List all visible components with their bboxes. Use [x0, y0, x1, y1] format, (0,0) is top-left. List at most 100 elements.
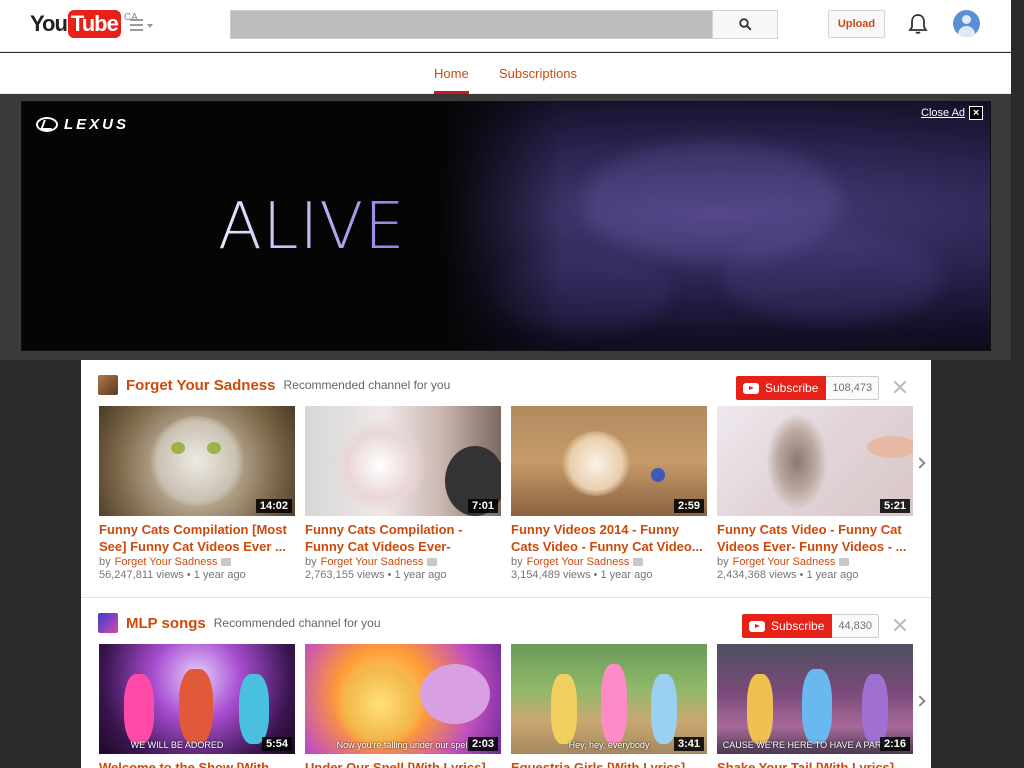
subscribe-label: Subscribe: [765, 381, 819, 395]
video-duration: 7:01: [467, 499, 498, 513]
video-title[interactable]: Funny Cats Video - Funny Cat Videos Ever…: [717, 521, 913, 555]
bell-icon[interactable]: [908, 13, 928, 35]
video-thumbnail[interactable]: Now you're falling under our spell 2:03: [305, 644, 501, 754]
ad-headline: ALIVE: [218, 190, 406, 264]
channel-tagline: Recommended channel for you: [213, 616, 381, 630]
tab-home[interactable]: Home: [434, 53, 469, 94]
avatar[interactable]: [953, 10, 980, 37]
video-title[interactable]: Funny Cats Compilation - Funny Cat Video…: [305, 521, 501, 555]
video-meta: 56,247,811 views • 1 year ago: [99, 569, 246, 581]
tab-subscriptions[interactable]: Subscriptions: [499, 53, 577, 94]
verified-icon: [221, 558, 232, 566]
close-ad-button[interactable]: Close Ad ×: [921, 106, 984, 120]
video-owner: by Forget Your Sadness: [305, 556, 501, 568]
guide-menu-button[interactable]: [130, 19, 154, 33]
caret-down-icon: [147, 24, 153, 28]
video-card[interactable]: Now you're falling under our spell 2:03 …: [305, 644, 501, 768]
close-ad-label[interactable]: Close Ad: [921, 107, 965, 119]
dismiss-icon[interactable]: [893, 618, 907, 632]
channel-avatar[interactable]: [98, 375, 118, 395]
video-thumbnail[interactable]: CAUSE WE'RE HERE TO HAVE A PARTY TO 2:16: [717, 644, 913, 754]
ad-brand-name: LEXUS: [64, 116, 130, 133]
video-thumbnail[interactable]: WE WILL BE ADORED 5:54: [99, 644, 295, 754]
upload-age: 1 year ago: [600, 569, 653, 581]
view-count: 2,763,155 views: [305, 569, 385, 581]
owner-link[interactable]: Forget Your Sadness: [321, 556, 424, 568]
video-title[interactable]: Funny Videos 2014 - Funny Cats Video - F…: [511, 521, 707, 555]
video-title[interactable]: Funny Cats Compilation [Most See] Funny …: [99, 521, 295, 555]
search-input[interactable]: [230, 10, 712, 39]
video-card[interactable]: WE WILL BE ADORED 5:54 Welcome to the Sh…: [99, 644, 295, 768]
video-title[interactable]: Welcome to the Show [With: [99, 759, 295, 768]
video-thumbnail[interactable]: 5:21: [717, 406, 913, 516]
channel-shelf: MLP songs Recommended channel for you Su…: [81, 598, 931, 768]
youtube-play-icon: [743, 382, 759, 394]
search-button[interactable]: [712, 10, 778, 39]
subscribe-label: Subscribe: [771, 619, 825, 633]
subscriber-count: 44,830: [832, 614, 880, 638]
channel-title[interactable]: MLP songs: [126, 615, 206, 632]
verified-icon: [839, 558, 850, 566]
subscribe-widget: Subscribe 44,830: [742, 614, 880, 638]
feed: Forget Your Sadness Recommended channel …: [81, 360, 931, 768]
video-card[interactable]: 14:02 Funny Cats Compilation [Most See] …: [99, 406, 295, 581]
video-card[interactable]: 5:21 Funny Cats Video - Funny Cat Videos…: [717, 406, 913, 581]
video-thumbnail[interactable]: 14:02: [99, 406, 295, 516]
channel-tagline: Recommended channel for you: [283, 378, 451, 392]
logo-you: You: [30, 11, 68, 36]
search-icon: [738, 18, 752, 31]
close-icon[interactable]: ×: [969, 106, 984, 120]
tab-bar: Home Subscriptions: [0, 53, 1011, 94]
video-meta: 2,434,368 views • 1 year ago: [717, 569, 859, 581]
masthead: You Tube CA Upload: [0, 0, 1011, 52]
owner-link[interactable]: Forget Your Sadness: [733, 556, 836, 568]
owner-link[interactable]: Forget Your Sadness: [527, 556, 630, 568]
video-title[interactable]: Shake Your Tail [With Lyrics] -: [717, 759, 913, 768]
lexus-logo-icon: [36, 117, 58, 132]
view-count: 2,434,368 views: [717, 569, 797, 581]
verified-icon: [427, 558, 438, 566]
upload-button[interactable]: Upload: [828, 10, 885, 38]
upload-age: 1 year ago: [394, 569, 447, 581]
shelf-header: Forget Your Sadness Recommended channel …: [98, 375, 450, 395]
video-card[interactable]: Hey, hey, everybody 3:41 Equestria Girls…: [511, 644, 707, 768]
video-card[interactable]: 7:01 Funny Cats Compilation - Funny Cat …: [305, 406, 501, 581]
upload-age: 1 year ago: [806, 569, 859, 581]
video-duration: 2:59: [673, 499, 704, 513]
video-card[interactable]: CAUSE WE'RE HERE TO HAVE A PARTY TO 2:16…: [717, 644, 913, 768]
ad-brand: LEXUS: [36, 116, 129, 133]
channel-title[interactable]: Forget Your Sadness: [126, 377, 275, 394]
verified-icon: [633, 558, 644, 566]
youtube-logo[interactable]: You Tube CA: [30, 10, 138, 38]
video-thumbnail[interactable]: 7:01: [305, 406, 501, 516]
subscribe-widget: Subscribe 108,473: [736, 376, 880, 400]
video-title[interactable]: Equestria Girls [With Lyrics] -: [511, 759, 707, 768]
subscribe-button[interactable]: Subscribe: [736, 376, 827, 400]
subscriber-count: 108,473: [826, 376, 880, 400]
owner-link[interactable]: Forget Your Sadness: [115, 556, 218, 568]
video-thumbnail[interactable]: 2:59: [511, 406, 707, 516]
video-owner: by Forget Your Sadness: [99, 556, 295, 568]
ad-banner[interactable]: LEXUS ALIVE: [21, 101, 991, 351]
video-meta: 2,763,155 views • 1 year ago: [305, 569, 447, 581]
channel-avatar[interactable]: [98, 613, 118, 633]
video-duration: 2:16: [879, 737, 910, 751]
subscribe-button[interactable]: Subscribe: [742, 614, 833, 638]
shelf-header: MLP songs Recommended channel for you: [98, 613, 381, 633]
video-title[interactable]: Under Our Spell [With Lyrics] -: [305, 759, 501, 768]
video-meta: 3,154,489 views • 1 year ago: [511, 569, 653, 581]
video-owner: by Forget Your Sadness: [717, 556, 913, 568]
view-count: 56,247,811 views: [99, 569, 184, 581]
video-duration: 2:03: [467, 737, 498, 751]
logo-tube: Tube: [67, 10, 121, 38]
chevron-right-icon[interactable]: [915, 456, 925, 470]
dismiss-icon[interactable]: [893, 380, 907, 394]
youtube-play-icon: [749, 620, 765, 632]
chevron-right-icon[interactable]: [915, 694, 925, 708]
video-thumbnail[interactable]: Hey, hey, everybody 3:41: [511, 644, 707, 754]
video-owner: by Forget Your Sadness: [511, 556, 707, 568]
video-card[interactable]: 2:59 Funny Videos 2014 - Funny Cats Vide…: [511, 406, 707, 581]
view-count: 3,154,489 views: [511, 569, 591, 581]
channel-shelf: Forget Your Sadness Recommended channel …: [81, 360, 931, 598]
video-duration: 5:54: [261, 737, 292, 751]
